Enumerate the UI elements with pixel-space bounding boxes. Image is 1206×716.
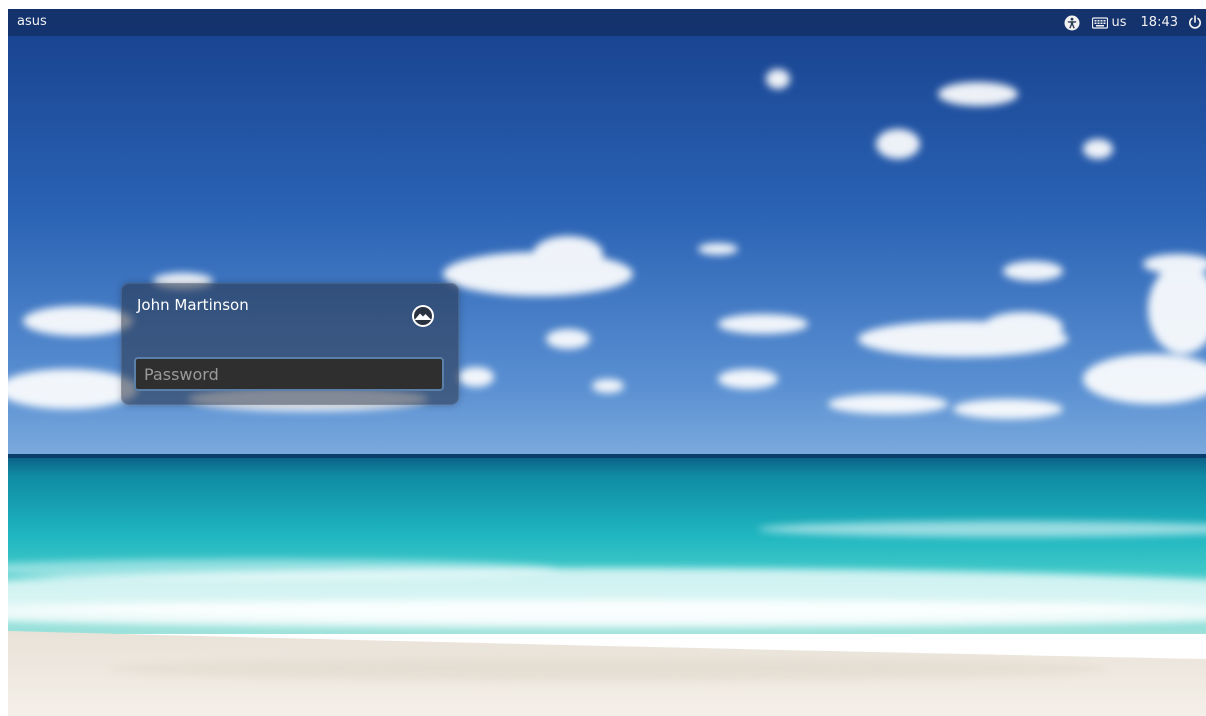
accessibility-indicator[interactable] (1058, 9, 1086, 36)
session-selector-button[interactable] (410, 303, 436, 329)
panel-indicators: us 18:43 (1058, 9, 1206, 36)
hostname-label: asus (17, 14, 47, 29)
keyboard-icon (1091, 16, 1108, 29)
power-icon (1189, 15, 1201, 29)
power-button[interactable] (1188, 9, 1206, 36)
login-box: John Martinson (121, 283, 459, 405)
login-screen: asus us 18:43 John Martinson (8, 9, 1206, 716)
keyboard-indicator[interactable]: us (1086, 9, 1133, 36)
keyboard-layout-label: us (1111, 15, 1127, 30)
top-panel: asus us 18:43 (8, 9, 1206, 36)
password-input[interactable] (134, 357, 444, 391)
accessibility-icon (1064, 15, 1080, 30)
ubuntu-session-icon (412, 305, 434, 327)
user-name-label: John Martinson (137, 296, 249, 314)
clock[interactable]: 18:43 (1133, 9, 1188, 36)
